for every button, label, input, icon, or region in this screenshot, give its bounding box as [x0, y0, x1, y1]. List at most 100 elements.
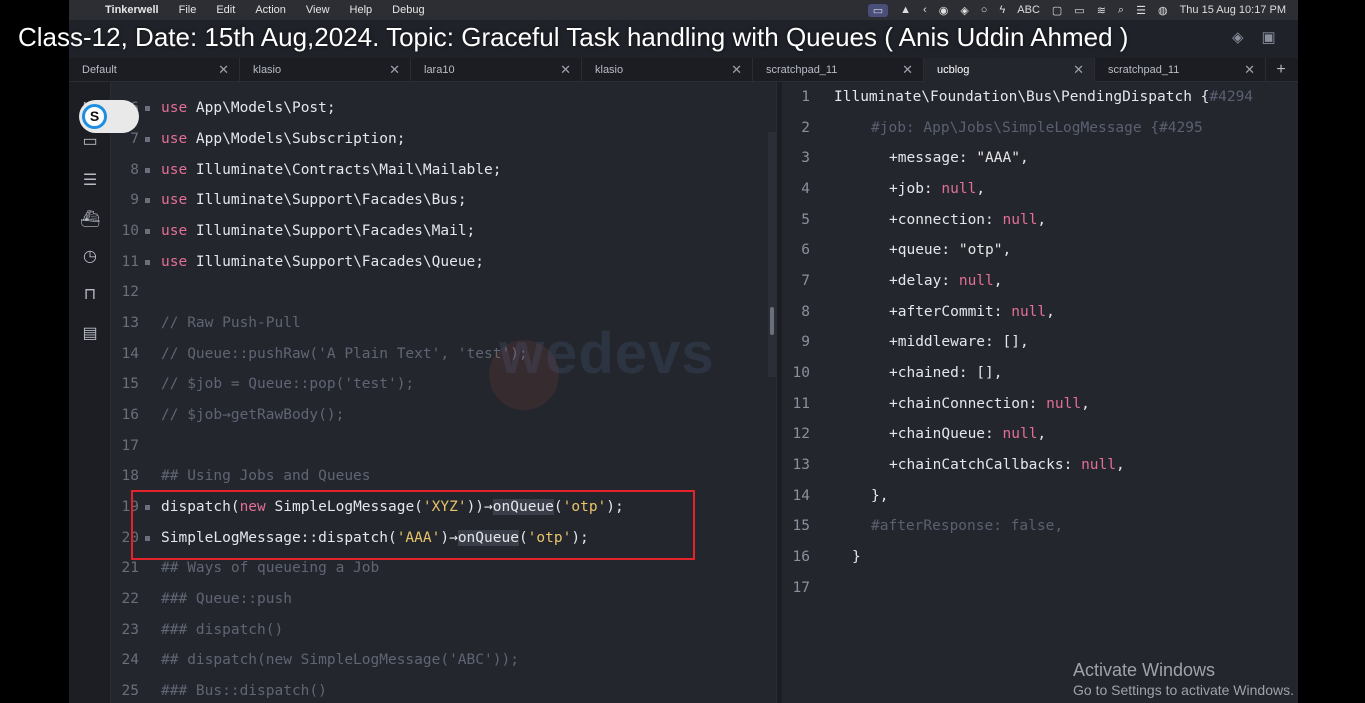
line-number: 24 [121, 652, 139, 668]
line-number: 7 [801, 273, 810, 289]
video-title-overlay: Class-12, Date: 15th Aug,2024. Topic: Gr… [18, 22, 1129, 52]
tab-default[interactable]: Default ✕ [69, 58, 240, 82]
line-number: 3 [801, 150, 810, 166]
editor-scrollbar-thumb[interactable] [770, 307, 774, 335]
tab-label: scratchpad_11 [766, 64, 838, 76]
editor-scrollbar-track[interactable] [768, 132, 776, 377]
menubar-datetime[interactable]: Thu 15 Aug 10:17 PM [1180, 4, 1286, 16]
code-text: ### dispatch() [161, 622, 284, 638]
toggle-knob: S [82, 104, 107, 129]
code-line: 22 ### Queue::push [111, 584, 776, 615]
screen-record-icon[interactable]: ▭ [867, 3, 889, 17]
menu-view[interactable]: View [296, 4, 340, 16]
output-line: 9 +middleware: [], [782, 327, 1298, 358]
search-icon[interactable]: ⌕ [1118, 4, 1124, 17]
code-line: 12 [111, 277, 776, 308]
snippet-file-icon[interactable]: ▤ [80, 324, 100, 344]
code-editor[interactable]: 6use App\Models\Post; 7use App\Models\Su… [111, 82, 776, 703]
stack-icon[interactable]: ◈ [1232, 28, 1244, 46]
menu-action[interactable]: Action [245, 4, 296, 16]
wifi-icon[interactable]: ≋ [1097, 4, 1106, 17]
close-icon[interactable]: ✕ [389, 62, 400, 78]
database-icon[interactable]: ☰ [80, 171, 100, 191]
line-number: 8 [801, 304, 810, 320]
close-icon[interactable]: ✕ [902, 62, 913, 78]
code-text: // Raw Push-Pull [161, 315, 301, 331]
menu-file[interactable]: File [169, 4, 207, 16]
tab-klasio[interactable]: klasio ✕ [240, 58, 411, 82]
back-icon[interactable]: ‹ [923, 4, 927, 16]
tab-label: Default [82, 64, 117, 76]
output-line: 5 +connection: null, [782, 205, 1298, 236]
panel-icon[interactable]: ▣ [1262, 28, 1276, 46]
output-text: }, [871, 488, 889, 504]
cursor-icon[interactable]: ▲ [900, 4, 911, 16]
code-line: 16 // $job→getRawBody(); [111, 400, 776, 431]
close-icon[interactable]: ✕ [1073, 62, 1084, 78]
add-tab-button[interactable]: + [1266, 58, 1296, 81]
menu-debug[interactable]: Debug [382, 4, 434, 16]
code-text: use Illuminate\Support\Facades\Mail; [161, 223, 476, 239]
battery-icon[interactable]: ▭ [1074, 4, 1084, 17]
output-line: 6 +queue: "otp", [782, 235, 1298, 266]
bolt-icon[interactable]: ϟ [999, 4, 1005, 16]
output-text: +chained: [], [889, 365, 1003, 381]
output-line: 17 [782, 573, 1298, 604]
code-line: 25 ### Bus::dispatch() [111, 676, 776, 703]
close-icon[interactable]: ✕ [560, 62, 571, 78]
close-icon[interactable]: ✕ [731, 62, 742, 78]
line-number: 17 [121, 438, 139, 454]
output-text: +middleware: [], [889, 334, 1029, 350]
history-icon[interactable]: ◷ [80, 247, 100, 267]
line-marker [145, 260, 150, 265]
close-icon[interactable]: ✕ [218, 62, 229, 78]
circle-icon[interactable]: ○ [981, 4, 988, 16]
layers-icon[interactable]: ◈ [960, 4, 968, 17]
output-text: +chainQueue: null, [889, 426, 1047, 442]
line-number: 5 [801, 212, 810, 228]
tab-ucblog[interactable]: ucblog ✕ [924, 58, 1095, 82]
line-number: 12 [792, 426, 810, 442]
record-icon[interactable]: ◉ [939, 4, 949, 17]
code-line: 10 use Illuminate\Support\Facades\Mail; [111, 216, 776, 247]
code-text: ### Bus::dispatch() [161, 683, 327, 699]
code-text: use App\Models\Subscription; [161, 131, 406, 147]
code-text: // $job→getRawBody(); [161, 407, 345, 423]
bookmark-icon[interactable]: ⊓ [80, 285, 100, 305]
watermark-text: wedevs [499, 321, 715, 386]
code-text: ## Using Jobs and Queues [161, 468, 371, 484]
menu-help[interactable]: Help [340, 4, 383, 16]
menu-app-name[interactable]: Tinkerwell [95, 4, 169, 16]
line-number: 10 [121, 223, 139, 239]
screen-mirror-icon[interactable]: ▢ [1052, 4, 1062, 17]
tab-lara10[interactable]: lara10 ✕ [411, 58, 582, 82]
code-text: use Illuminate\Support\Facades\Queue; [161, 254, 485, 270]
tab-klasio-2[interactable]: klasio ✕ [582, 58, 753, 82]
output-line: 4 +job: null, [782, 174, 1298, 205]
line-marker [145, 137, 150, 142]
line-number: 9 [801, 334, 810, 350]
left-sidebar: ▷ ▭ ☰ ⛴ ◷ ⊓ ▤ [69, 82, 111, 703]
activation-subtitle: Go to Settings to activate Windows. [1073, 682, 1294, 698]
menu-edit[interactable]: Edit [206, 4, 245, 16]
control-center-icon[interactable]: ☰ [1136, 4, 1146, 17]
code-line: 23 ### dispatch() [111, 615, 776, 646]
output-line: 10 +chained: [], [782, 358, 1298, 389]
mac-menubar: Tinkerwell File Edit Action View Help De… [69, 0, 1298, 20]
line-number: 8 [130, 162, 139, 178]
overlay-toggle-switch[interactable]: S [79, 100, 139, 133]
siri-icon[interactable]: ◍ [1158, 4, 1168, 17]
line-number: 17 [792, 580, 810, 596]
code-text: ### Queue::push [161, 591, 292, 607]
line-number: 14 [792, 488, 810, 504]
line-number: 2 [801, 120, 810, 136]
line-number: 4 [801, 181, 810, 197]
output-text: } [852, 549, 861, 565]
tab-label: lara10 [424, 64, 455, 76]
tab-scratchpad[interactable]: scratchpad_11 ✕ [753, 58, 924, 82]
tab-scratchpad-2[interactable]: scratchpad_11 ✕ [1095, 58, 1266, 82]
docker-icon[interactable]: ⛴ [80, 210, 100, 230]
folder-icon[interactable]: ▭ [80, 132, 100, 152]
close-icon[interactable]: ✕ [1244, 62, 1255, 78]
input-source-indicator[interactable]: ABC [1017, 4, 1040, 16]
